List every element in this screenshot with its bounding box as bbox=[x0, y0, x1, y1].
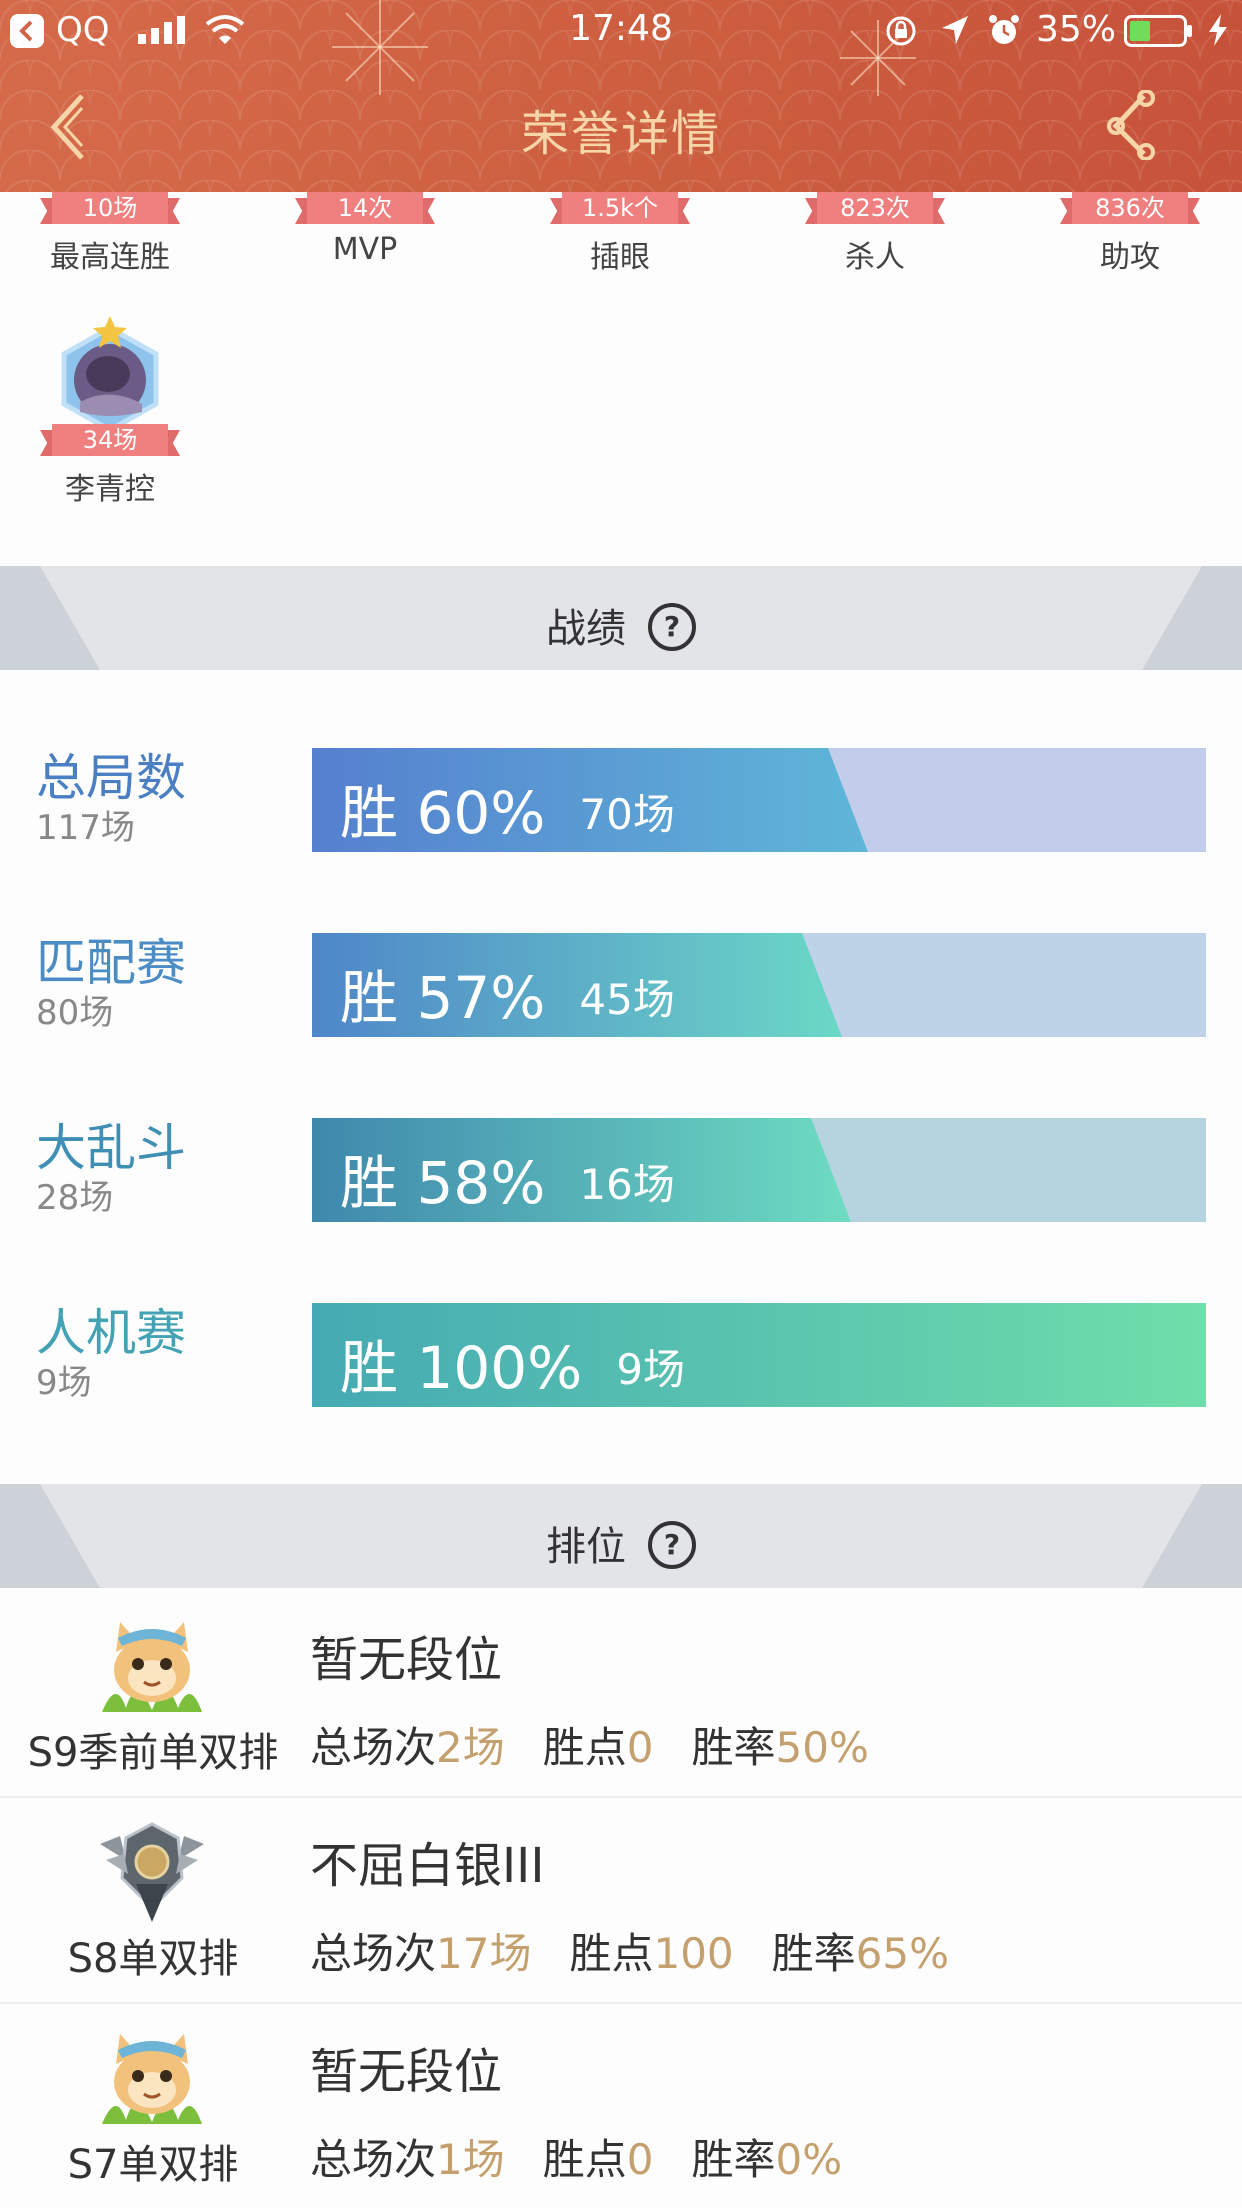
champion-label: 李青控 bbox=[65, 472, 155, 507]
silver-rank-icon bbox=[100, 1822, 204, 1922]
record-total: 28场 bbox=[36, 1178, 114, 1218]
total-label: 总场次 bbox=[310, 1723, 437, 1772]
record-total: 9场 bbox=[36, 1363, 92, 1403]
record-row[interactable]: 人机赛 9场 胜 100% 9场 bbox=[0, 1293, 1242, 1407]
record-total: 80场 bbox=[36, 993, 114, 1033]
honor-value: 823次 bbox=[817, 192, 933, 224]
page-title: 荣誉详情 bbox=[520, 106, 721, 162]
help-icon[interactable]: ? bbox=[648, 603, 696, 651]
win-rate-text: 60% bbox=[416, 779, 546, 847]
honor-value: 10场 bbox=[52, 192, 168, 224]
win-rate: 65% bbox=[855, 1929, 950, 1978]
rank-stats: 总场次1场 胜点0 胜率0% bbox=[310, 2126, 842, 2187]
charging-icon bbox=[1209, 14, 1227, 46]
unranked-cat-icon bbox=[102, 1622, 202, 1712]
season-name: S9季前单双排 bbox=[27, 1730, 279, 1776]
honor-value: 836次 bbox=[1072, 192, 1188, 224]
total-games: 17场 bbox=[436, 1929, 532, 1978]
rank-tier: 暂无段位 bbox=[310, 2044, 503, 2100]
record-section-title: 战绩 bbox=[546, 606, 626, 652]
honor-badge: 14次 MVP bbox=[265, 192, 465, 267]
record-section-header: 战绩? bbox=[0, 566, 1242, 670]
ranked-row[interactable]: S7单双排 暂无段位 总场次1场 胜点0 胜率0% bbox=[0, 2002, 1242, 2208]
battery-icon bbox=[1124, 15, 1192, 47]
rank-stats: 总场次2场 胜点0 胜率50% bbox=[310, 1714, 869, 1775]
rotation-lock-icon bbox=[886, 16, 916, 46]
honor-label: MVP bbox=[332, 232, 398, 267]
rate-label: 胜率 bbox=[771, 1929, 856, 1978]
help-icon[interactable]: ? bbox=[648, 1521, 696, 1569]
points-label: 胜点 bbox=[542, 1723, 627, 1772]
win-rate-bar: 胜 100% 9场 bbox=[312, 1303, 1206, 1407]
ribbon-badge: 1.5k个 bbox=[550, 192, 690, 230]
ribbon-badge: 10场 bbox=[40, 192, 180, 230]
total-label: 总场次 bbox=[310, 2135, 437, 2184]
honor-label: 插眼 bbox=[590, 240, 650, 275]
rate-label: 胜率 bbox=[691, 2135, 776, 2184]
win-rate-text: 58% bbox=[416, 1149, 546, 1217]
ranked-row[interactable]: S9季前单双排 暂无段位 总场次2场 胜点0 胜率50% bbox=[0, 1590, 1242, 1798]
status-bar: QQ 17:48 35% bbox=[0, 0, 1242, 60]
points-label: 胜点 bbox=[569, 1929, 654, 1978]
win-rate-bar: 胜 60% 70场 bbox=[312, 748, 1206, 852]
ribbon-badge: 14次 bbox=[295, 192, 435, 230]
win-rate: 0% bbox=[775, 2135, 843, 2184]
honor-badge: 836次 助攻 bbox=[1030, 192, 1230, 276]
location-icon bbox=[942, 16, 968, 44]
league-points: 0 bbox=[626, 1723, 654, 1772]
win-rate: 50% bbox=[775, 1723, 869, 1772]
ribbon-badge: 823次 bbox=[805, 192, 945, 230]
rank-stats: 总场次17场 胜点100 胜率65% bbox=[310, 1920, 949, 1981]
total-games: 2场 bbox=[436, 1723, 505, 1772]
ribbon-badge: 836次 bbox=[1060, 192, 1200, 230]
rank-tier: 暂无段位 bbox=[310, 1632, 503, 1688]
ranked-section-header: 排位? bbox=[0, 1484, 1242, 1588]
alarm-icon bbox=[989, 15, 1019, 44]
share-icon[interactable] bbox=[1104, 90, 1164, 160]
win-prefix: 胜 bbox=[340, 779, 399, 847]
record-row[interactable]: 总局数 117场 胜 60% 70场 bbox=[0, 738, 1242, 852]
unranked-cat-icon bbox=[102, 2034, 202, 2124]
champion-value: 34场 bbox=[52, 424, 168, 456]
season-name: S7单双排 bbox=[67, 2142, 239, 2188]
honor-label: 助攻 bbox=[1100, 240, 1160, 275]
win-games: 16场 bbox=[579, 1160, 675, 1209]
app-header: QQ 17:48 35% 荣誉详情 bbox=[0, 0, 1242, 192]
win-rate-text: 100% bbox=[416, 1334, 583, 1402]
champion-mastery-badge[interactable]: 34场 李青控 bbox=[10, 316, 210, 508]
honor-badge: 10场 最高连胜 bbox=[10, 192, 210, 276]
record-row[interactable]: 大乱斗 28场 胜 58% 16场 bbox=[0, 1108, 1242, 1222]
season-name: S8单双排 bbox=[67, 1936, 239, 1982]
ranked-section-title: 排位 bbox=[546, 1524, 626, 1570]
league-points: 0 bbox=[626, 2135, 654, 2184]
win-games: 9场 bbox=[616, 1345, 686, 1394]
ribbon-badge: 34场 bbox=[40, 424, 180, 462]
win-prefix: 胜 bbox=[340, 1334, 399, 1402]
honor-badges: 10场 最高连胜 14次 MVP 1.5k个 插眼 823次 杀人 836次 助… bbox=[0, 192, 1242, 292]
honor-value: 1.5k个 bbox=[562, 192, 678, 224]
honor-badge: 823次 杀人 bbox=[775, 192, 975, 276]
ranked-row[interactable]: S8单双排 不屈白银III 总场次17场 胜点100 胜率65% bbox=[0, 1796, 1242, 2004]
win-games: 70场 bbox=[579, 790, 675, 839]
win-games: 45场 bbox=[579, 975, 675, 1024]
battery-percent: 35% bbox=[1036, 9, 1117, 50]
points-label: 胜点 bbox=[542, 2135, 627, 2184]
record-total: 117场 bbox=[36, 808, 135, 848]
total-games: 1场 bbox=[436, 2135, 505, 2184]
honor-label: 最高连胜 bbox=[50, 240, 170, 275]
league-points: 100 bbox=[653, 1929, 734, 1978]
win-rate-text: 57% bbox=[416, 964, 546, 1032]
win-prefix: 胜 bbox=[340, 964, 399, 1032]
total-label: 总场次 bbox=[310, 1929, 437, 1978]
record-row[interactable]: 匹配赛 80场 胜 57% 45场 bbox=[0, 923, 1242, 1037]
honor-value: 14次 bbox=[307, 192, 423, 224]
champion-portrait-icon bbox=[61, 316, 159, 433]
win-rate-bar: 胜 57% 45场 bbox=[312, 933, 1206, 1037]
win-rate-bar: 胜 58% 16场 bbox=[312, 1118, 1206, 1222]
honor-badge: 1.5k个 插眼 bbox=[520, 192, 720, 276]
honor-label: 杀人 bbox=[845, 240, 905, 275]
win-prefix: 胜 bbox=[340, 1149, 399, 1217]
rate-label: 胜率 bbox=[691, 1723, 776, 1772]
rank-tier: 不屈白银III bbox=[310, 1838, 545, 1894]
